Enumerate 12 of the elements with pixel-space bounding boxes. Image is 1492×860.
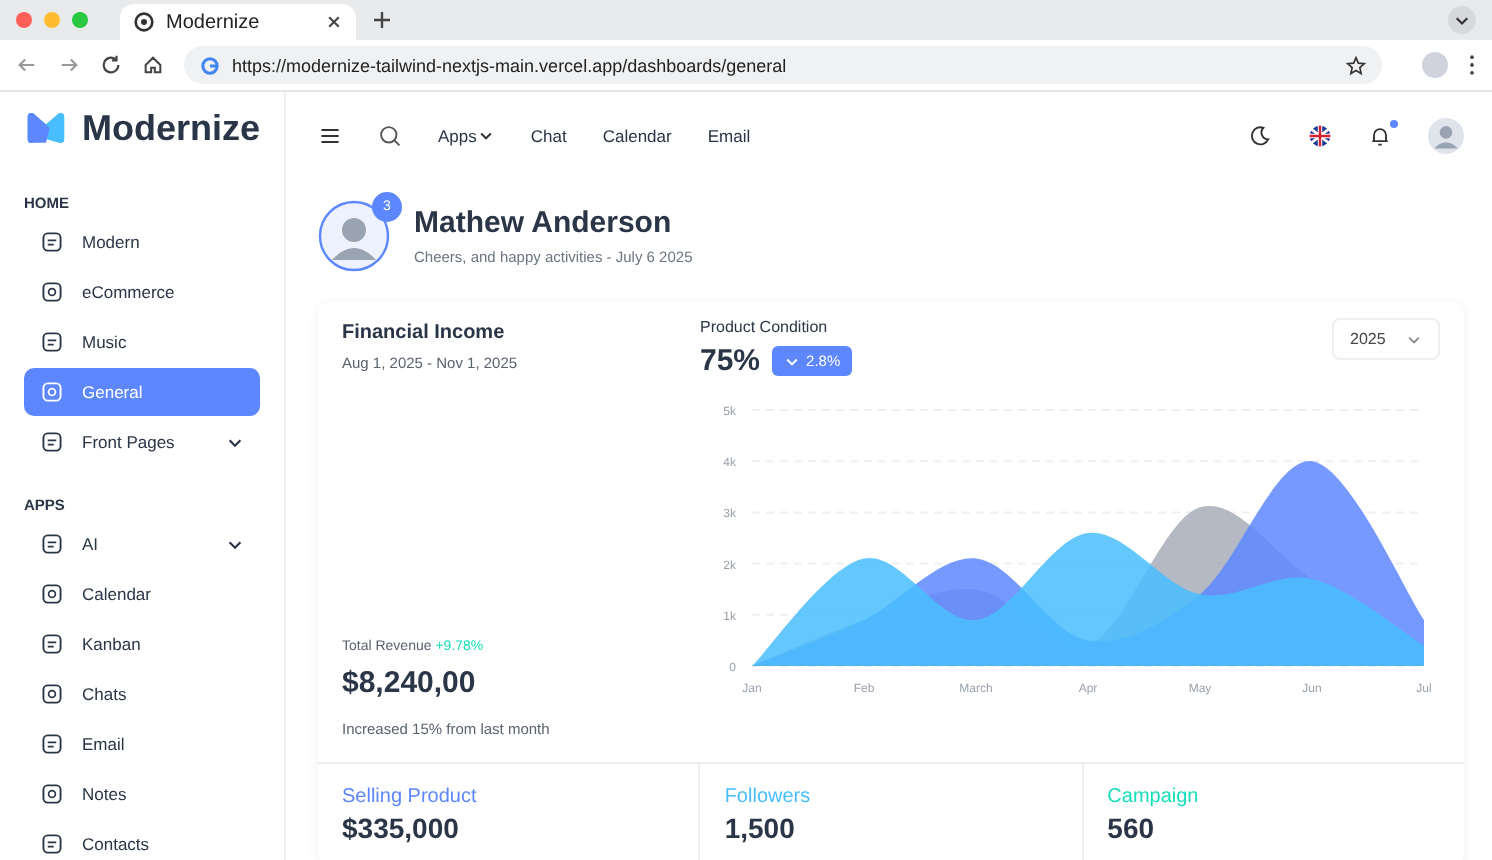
- logo-text: Modernize: [81, 107, 260, 149]
- stat-label: Followers: [724, 786, 813, 808]
- revenue-value: $8,240,00: [342, 666, 478, 700]
- stat-label: Campaign: [1107, 786, 1201, 808]
- chart-title: Product Condition: [700, 318, 830, 336]
- stat-value: 1,500: [724, 812, 797, 844]
- condition-value: 75%: [700, 344, 761, 378]
- card-title: Financial Income: [342, 322, 507, 344]
- stat-value: $335,000: [342, 812, 461, 844]
- stat-value: 560: [1107, 812, 1157, 844]
- profile-name: Mathew Anderson: [414, 206, 674, 240]
- stat-label: Selling Product: [342, 786, 479, 808]
